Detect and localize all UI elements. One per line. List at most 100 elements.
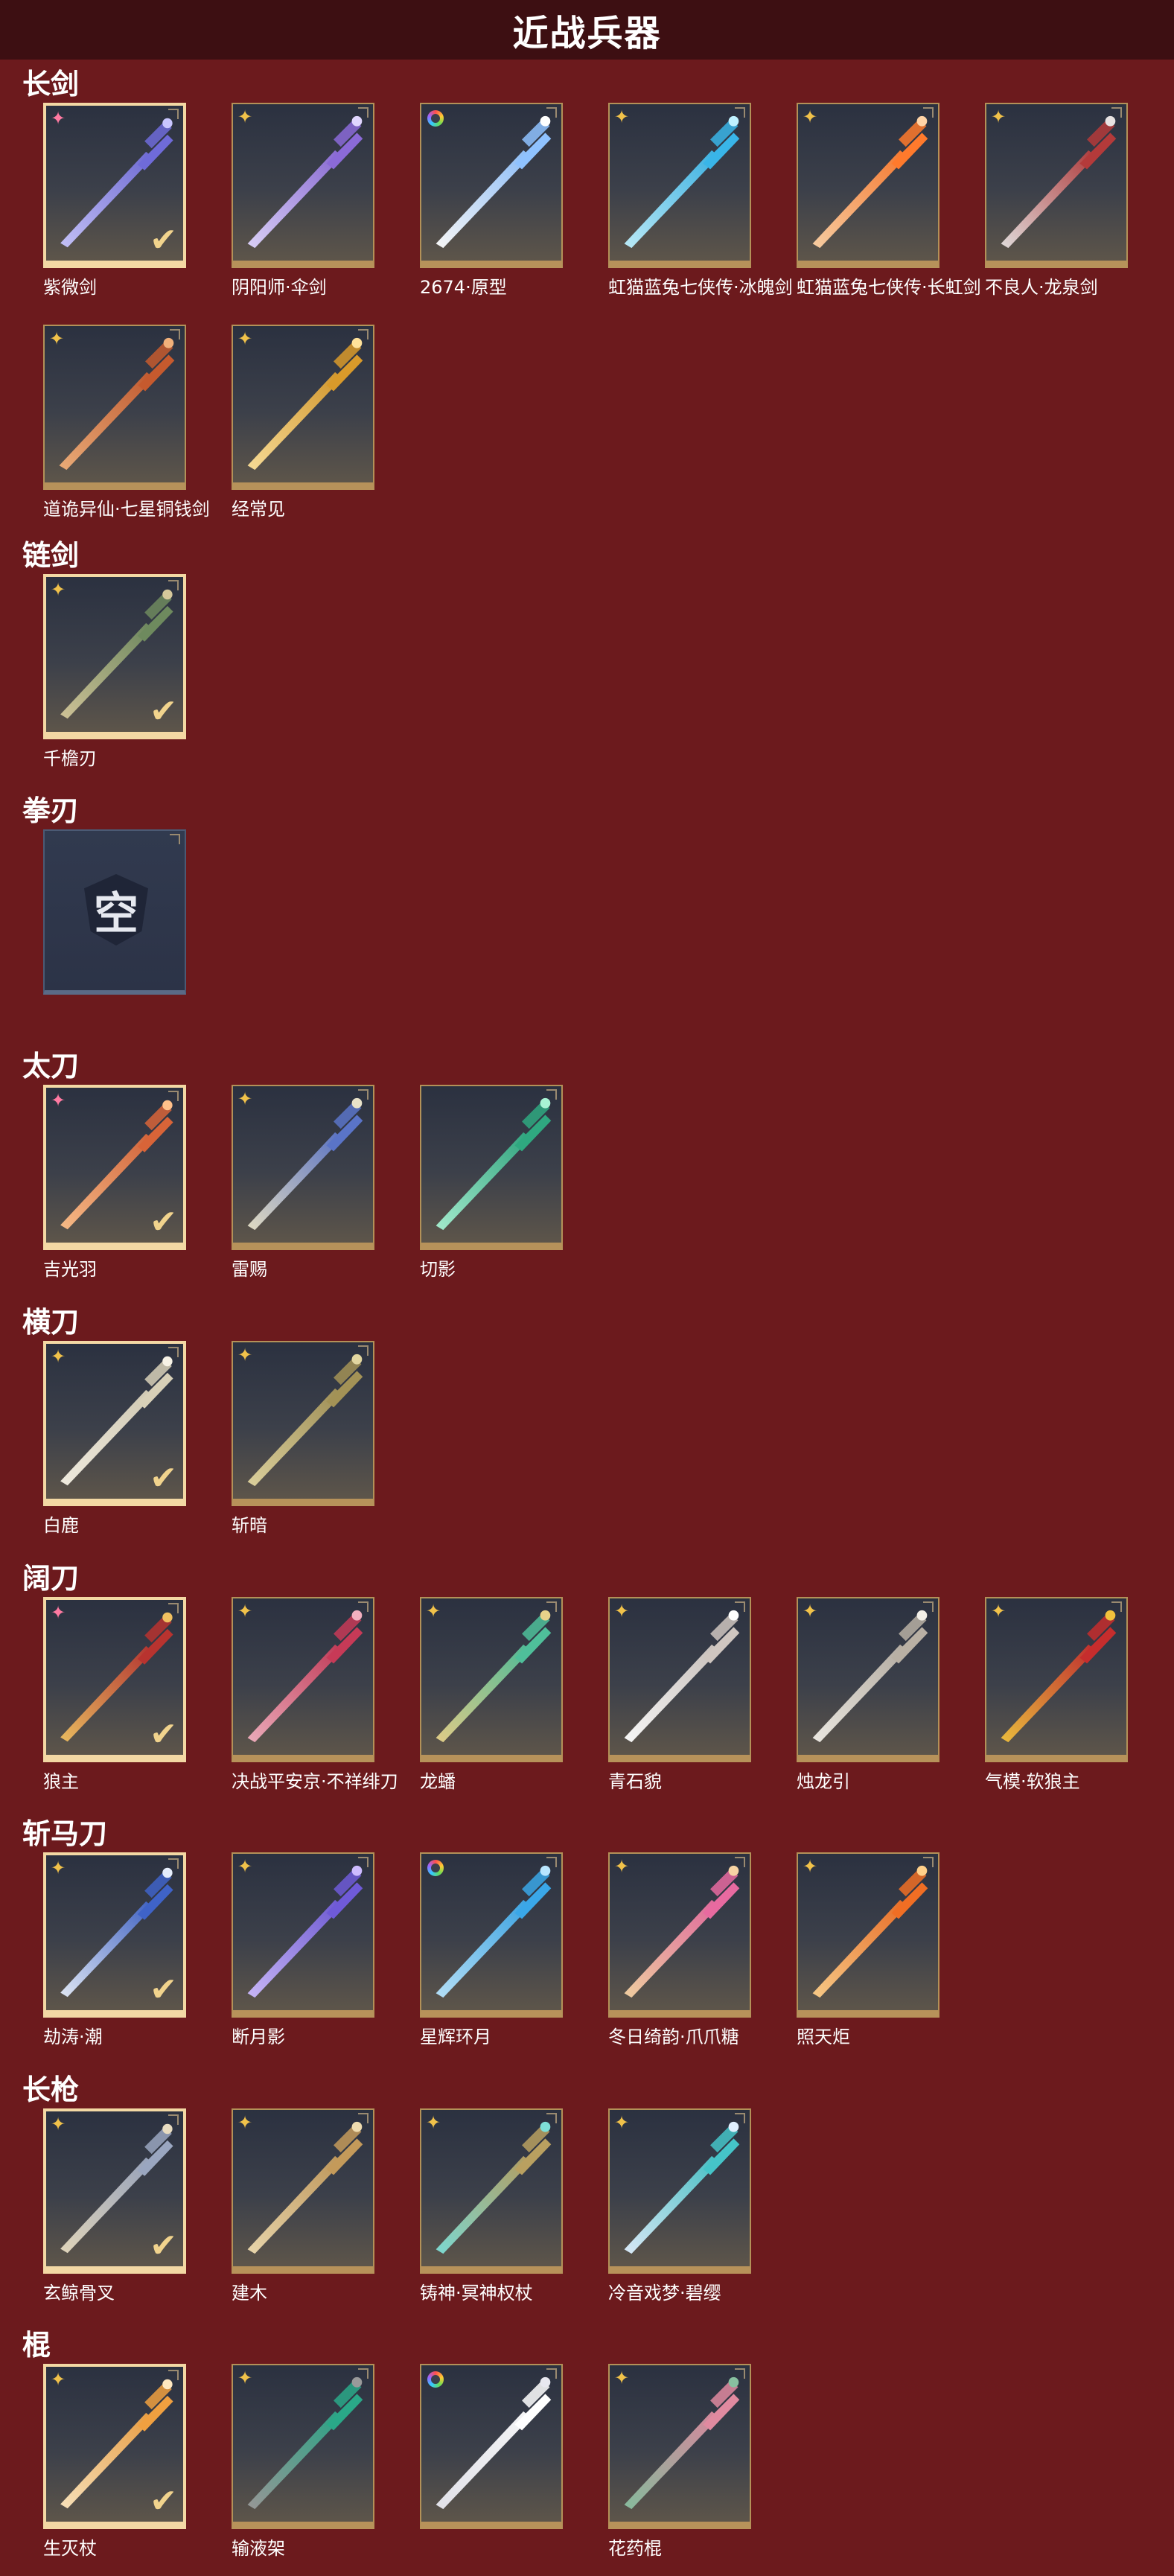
weapon-image [624, 1610, 740, 1743]
gold-star-icon: ✦ [51, 1346, 66, 1367]
weapon-card[interactable]: ✦ ✔ [43, 1341, 186, 1506]
weapon-card[interactable]: ✦ [985, 1597, 1128, 1762]
weapon-card[interactable] [420, 1085, 563, 1250]
weapon-card[interactable]: ✦ [420, 2108, 563, 2274]
weapon-image [812, 115, 928, 249]
weapon-card[interactable]: ✦ [232, 325, 374, 490]
weapon-name: 青石貌 [608, 1771, 662, 1792]
gold-star-icon: ✦ [991, 106, 1006, 127]
card-corner-icon [923, 1857, 934, 1867]
weapon-card[interactable]: ✦ [232, 1341, 374, 1506]
weapon-card[interactable]: ✦ [232, 2364, 374, 2529]
equipped-check-icon: ✔ [150, 1971, 177, 2009]
weapon-card[interactable]: ✦ ✔ [43, 2108, 186, 2274]
weapon-name: 建木 [232, 2283, 267, 2304]
weapon-card[interactable]: ✦ [232, 1085, 374, 1250]
weapon-image [436, 1097, 552, 1231]
card-corner-icon [358, 1345, 369, 1356]
weapon-name: 气模·软狼主 [985, 1771, 1080, 1792]
weapon-card[interactable]: ✦ [608, 1597, 751, 1762]
gold-star-icon: ✦ [426, 1601, 441, 1622]
weapon-image [247, 1097, 363, 1231]
weapon-card[interactable]: ✦ [985, 103, 1128, 268]
weapon-card[interactable]: ✦ ✔ [43, 1085, 186, 1250]
weapon-image [624, 2121, 740, 2254]
card-corner-icon [923, 107, 934, 118]
gold-star-icon: ✦ [237, 1856, 253, 1877]
pink-star-icon: ✦ [51, 108, 66, 129]
weapon-card[interactable]: ✦ [43, 325, 186, 490]
card-corner-icon [168, 1858, 179, 1869]
card-corner-icon [168, 1603, 179, 1613]
weapon-card[interactable]: ✦ [608, 103, 751, 268]
card-corner-icon [168, 580, 179, 590]
weapon-name: 阴阳师·伞剑 [232, 277, 327, 298]
gold-star-icon: ✦ [614, 1601, 630, 1622]
weapon-name: 斩暗 [232, 1515, 267, 1536]
card-corner-icon [546, 1601, 557, 1612]
category-label: 太刀 [22, 1050, 80, 1083]
category-label: 棍 [22, 2329, 51, 2362]
weapon-name: 2674·原型 [420, 277, 507, 298]
weapon-image [812, 1610, 928, 1743]
weapon-card[interactable]: ✦ [232, 103, 374, 268]
weapon-image [247, 115, 363, 249]
category-label: 斩马刀 [22, 1817, 108, 1850]
gold-star-icon: ✦ [237, 1088, 253, 1109]
weapon-card[interactable]: ✦ [608, 2364, 751, 2529]
gold-star-icon: ✦ [803, 1601, 818, 1622]
card-corner-icon [546, 2113, 557, 2123]
gold-star-icon: ✦ [237, 1345, 253, 1365]
gold-star-icon: ✦ [51, 1858, 66, 1878]
rainbow-ring-icon [427, 1860, 444, 1876]
weapon-name: 输液架 [232, 2538, 285, 2559]
gold-star-icon: ✦ [614, 2112, 630, 2133]
gold-star-icon: ✦ [426, 2112, 441, 2133]
weapon-name: 狼主 [43, 1771, 79, 1792]
weapon-card[interactable] [420, 1852, 563, 2018]
card-corner-icon [735, 2368, 745, 2379]
card-corner-icon [1111, 107, 1122, 118]
weapon-card[interactable]: ✦ [420, 1597, 563, 1762]
weapon-card[interactable]: ✦ [797, 1852, 939, 2018]
gold-star-icon: ✦ [803, 106, 818, 127]
weapon-name: 花药棍 [608, 2538, 662, 2559]
weapon-card[interactable] [420, 103, 563, 268]
category-label: 横刀 [22, 1306, 80, 1339]
card-corner-icon [168, 2114, 179, 2125]
weapon-card[interactable]: ✦ [608, 2108, 751, 2274]
weapon-card[interactable]: ✦ ✔ [43, 103, 186, 268]
weapon-card[interactable]: ✦ ✔ [43, 574, 186, 739]
card-corner-icon [546, 1857, 557, 1867]
weapon-image [247, 2121, 363, 2254]
card-corner-icon [923, 1601, 934, 1612]
card-corner-icon [358, 1601, 369, 1612]
equipped-check-icon: ✔ [150, 1459, 177, 1497]
weapon-card[interactable]: ✦ [232, 1597, 374, 1762]
weapon-name: 白鹿 [43, 1515, 79, 1536]
weapon-card[interactable]: ✦ ✔ [43, 1597, 186, 1762]
weapon-card[interactable]: ✦ ✔ [43, 1852, 186, 2018]
rainbow-ring-icon [427, 110, 444, 127]
pink-star-icon: ✦ [51, 1602, 66, 1623]
weapon-card[interactable]: ✦ [232, 1852, 374, 2018]
card-corner-icon [168, 1091, 179, 1101]
card-corner-icon [168, 1347, 179, 1357]
weapon-card[interactable]: ✦ [608, 1852, 751, 2018]
gold-star-icon: ✦ [49, 328, 65, 349]
weapon-name: 千檐刃 [43, 748, 97, 769]
card-corner-icon [168, 2370, 179, 2380]
weapon-card[interactable]: ✦ ✔ [43, 2364, 186, 2529]
weapon-name: 雷赐 [232, 1259, 267, 1280]
empty-weapon-slot[interactable]: 空 [43, 829, 186, 995]
weapon-name: 生灭杖 [43, 2538, 97, 2559]
weapon-card[interactable]: ✦ [232, 2108, 374, 2274]
weapon-card[interactable]: ✦ [797, 103, 939, 268]
weapon-card[interactable] [420, 2364, 563, 2529]
page-title: 近战兵器 [512, 13, 662, 54]
weapon-card[interactable]: ✦ [797, 1597, 939, 1762]
gold-star-icon: ✦ [51, 2114, 66, 2135]
card-corner-icon [170, 329, 180, 339]
weapon-name: 经常见 [232, 499, 285, 520]
weapon-name: 冬日绮韵·爪爪糖 [608, 2027, 739, 2047]
